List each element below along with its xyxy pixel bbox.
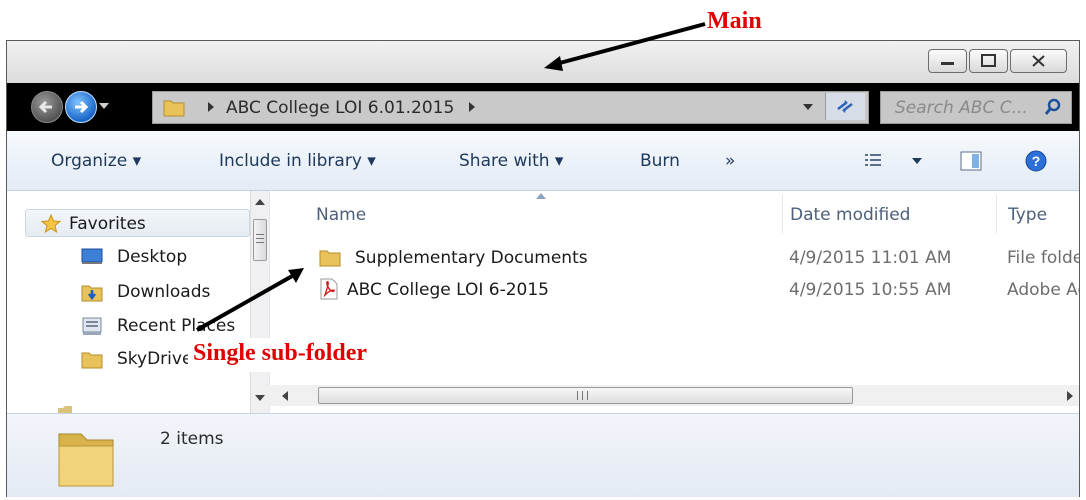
annotation-arrows [196, 22, 706, 332]
arrow-main [544, 22, 706, 71]
arrow-subfolder [196, 268, 304, 332]
annotation-subfolder: Single sub-folder [193, 340, 368, 366]
